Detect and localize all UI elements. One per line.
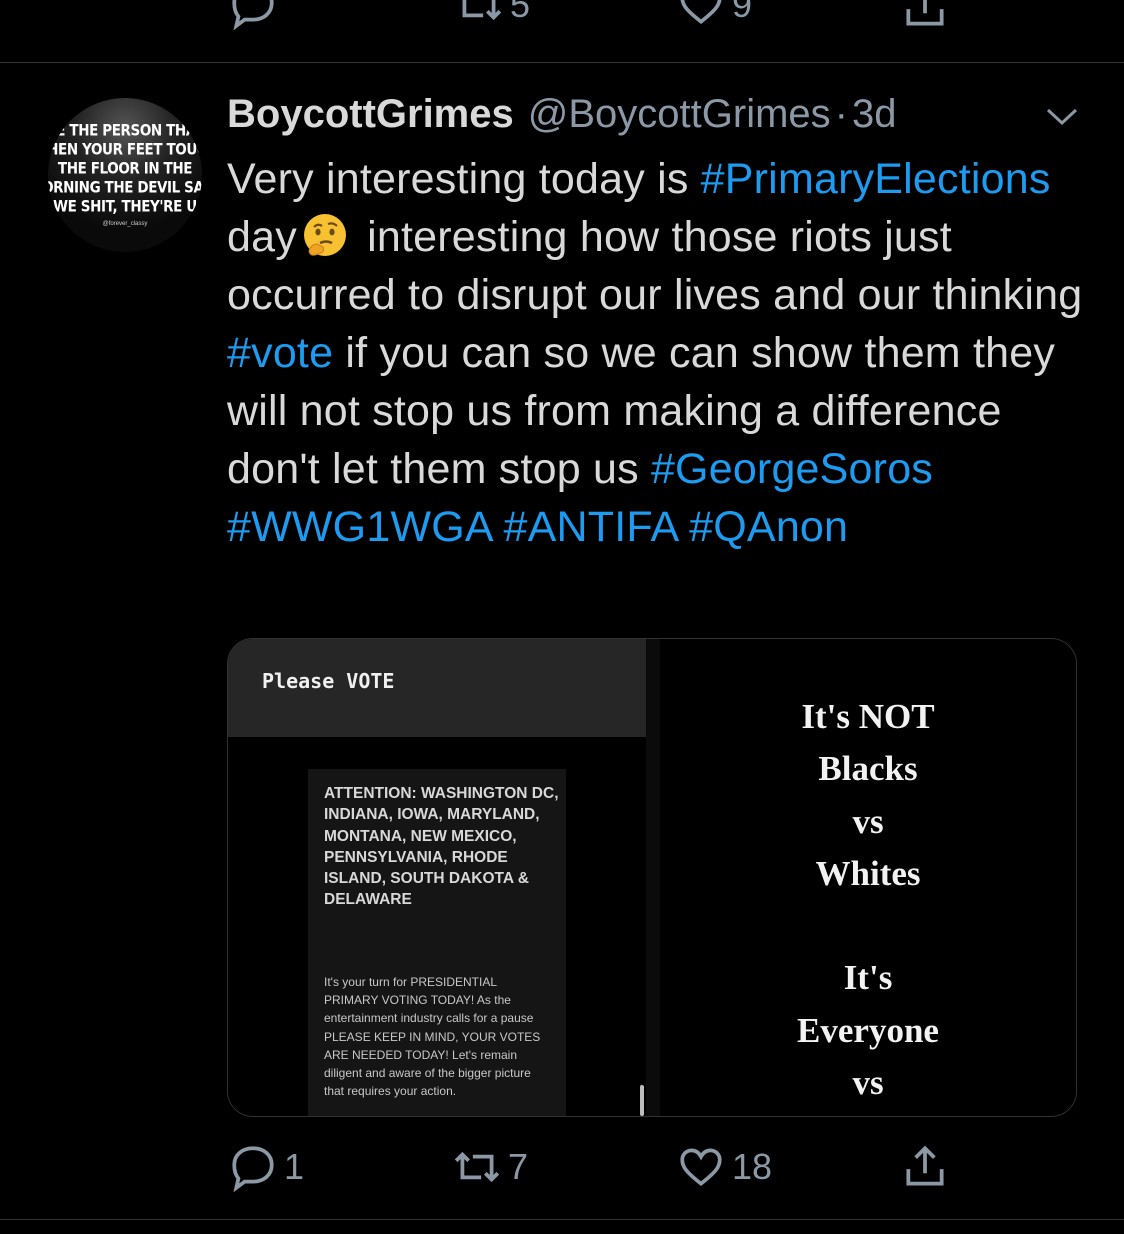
image-caption-line: Whites <box>815 853 921 893</box>
image-caption-line <box>660 900 1076 952</box>
notice-body: It's your turn for PRESIDENTIAL PRIMARY … <box>324 975 541 1099</box>
tweet-text: Very interesting today is #PrimaryElecti… <box>227 150 1097 556</box>
share-icon <box>906 1145 944 1186</box>
tweet-media[interactable]: Please VOTE ATTENTION: WASHINGTON DC, IN… <box>227 638 1077 1117</box>
tweet-text-segment: Very interesting today is <box>227 155 701 203</box>
hashtag-link[interactable]: #QAnon <box>689 503 848 551</box>
hashtag-link[interactable]: #vote <box>227 329 333 377</box>
reply-icon <box>232 0 274 30</box>
image-caption-line: It's NOT <box>801 697 935 736</box>
hashtag-link[interactable]: #ANTIFA <box>504 503 677 551</box>
image-caption-line: vs <box>852 801 884 841</box>
story-title: Please VOTE <box>262 669 395 693</box>
tweet-divider <box>0 62 1124 63</box>
avatar[interactable]: BE THE PERSON THAT WHEN YOUR FEET TOUCH … <box>48 98 202 252</box>
retweet-button[interactable]: 7 <box>452 1142 528 1192</box>
share-button[interactable] <box>900 0 950 32</box>
media-image-right[interactable]: It's NOT Blacks vs Whites It's Everyone … <box>660 639 1076 1116</box>
tweet-text-segment: interesting how those riots just occurre… <box>227 213 1083 319</box>
image-caption-line: vs <box>852 1063 884 1103</box>
avatar-text-line: "AWE SHIT, THEY'RE UP" <box>48 197 202 216</box>
notice-card: ATTENTION: WASHINGTON DC, INDIANA, IOWA,… <box>308 769 566 1116</box>
chevron-down-icon <box>1046 108 1078 126</box>
separator-dot: · <box>834 92 848 136</box>
retweet-icon <box>459 0 502 21</box>
retweet-button[interactable]: 5 <box>454 0 530 30</box>
share-button[interactable] <box>900 1142 950 1192</box>
avatar-credit: @forever_classy <box>102 220 148 227</box>
notice-heading: ATTENTION: WASHINGTON DC, INDIANA, IOWA,… <box>324 785 559 909</box>
like-count: 9 <box>732 0 753 25</box>
hashtag-link[interactable]: #PrimaryElections <box>701 155 1051 203</box>
hashtag-link[interactable]: #WWG1WGA <box>227 503 491 551</box>
tweet-timestamp[interactable]: 3d <box>852 92 897 137</box>
retweet-icon <box>454 1151 500 1183</box>
reply-icon <box>232 1146 274 1192</box>
display-name[interactable]: BoycottGrimes <box>227 92 514 137</box>
tweet-header: BoycottGrimes @BoycottGrimes · 3d <box>227 92 896 146</box>
retweet-count: 7 <box>508 1146 529 1187</box>
tweet-text-segment: day <box>227 213 297 261</box>
image-caption: It's NOT Blacks vs Whites It's Everyone … <box>660 691 1076 1109</box>
media-image-left[interactable]: Please VOTE ATTENTION: WASHINGTON DC, IN… <box>228 639 646 1116</box>
user-handle[interactable]: @BoycottGrimes <box>528 92 831 137</box>
like-count: 18 <box>732 1146 773 1187</box>
reply-count: 1 <box>284 1146 305 1187</box>
like-button[interactable]: 9 <box>676 0 752 30</box>
reply-button[interactable] <box>228 0 278 30</box>
previous-tweet-actions: 5 9 <box>0 0 1124 60</box>
more-options-button[interactable] <box>1042 104 1082 135</box>
share-icon <box>906 0 944 26</box>
media-separator <box>646 639 660 1116</box>
hashtag-link[interactable]: #GeorgeSoros <box>651 445 933 493</box>
thinking-face-icon <box>303 214 346 256</box>
scroll-handle <box>640 1085 644 1116</box>
image-caption-line: It's <box>843 958 893 998</box>
reply-button[interactable]: 1 <box>228 1142 304 1192</box>
heart-icon <box>680 1148 722 1187</box>
like-button[interactable]: 18 <box>676 1142 772 1192</box>
image-caption-line: Everyone <box>797 1010 939 1050</box>
heart-icon <box>680 0 722 25</box>
retweet-count: 5 <box>510 0 531 25</box>
image-caption-line: Blacks <box>818 749 918 789</box>
story-header: Please VOTE <box>228 639 646 737</box>
tweet-divider <box>0 1219 1124 1220</box>
